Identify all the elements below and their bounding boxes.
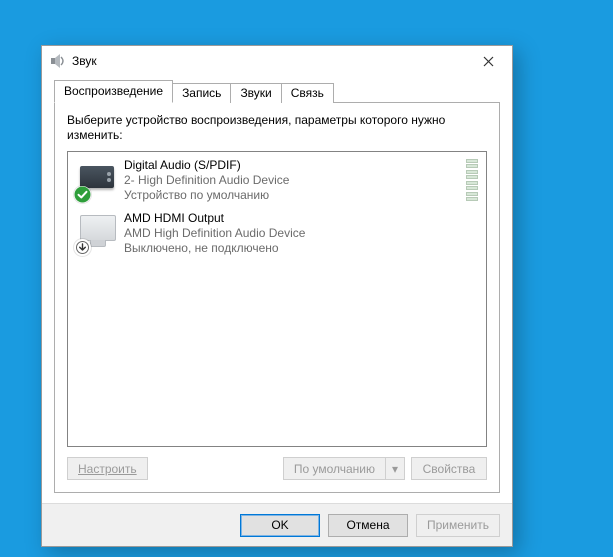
button-label: Отмена	[346, 518, 389, 532]
cancel-button[interactable]: Отмена	[328, 514, 408, 537]
button-label: По умолчанию	[294, 462, 375, 476]
window-title: Звук	[72, 54, 97, 68]
monitor-device-icon	[76, 211, 120, 255]
spdif-device-icon	[76, 158, 120, 202]
close-icon	[483, 56, 494, 67]
device-text: AMD HDMI Output AMD High Definition Audi…	[124, 211, 478, 256]
ok-button[interactable]: OK	[240, 514, 320, 537]
device-subtitle: 2- High Definition Audio Device	[124, 173, 460, 188]
chevron-down-icon: ▾	[392, 462, 398, 476]
device-status: Устройство по умолчанию	[124, 188, 460, 203]
device-list[interactable]: Digital Audio (S/PDIF) 2- High Definitio…	[67, 151, 487, 447]
tab-playback[interactable]: Воспроизведение	[54, 80, 173, 103]
instruction-text: Выберите устройство воспроизведения, пар…	[67, 113, 487, 143]
device-row[interactable]: AMD HDMI Output AMD High Definition Audi…	[70, 207, 484, 260]
title-bar: Звук	[42, 46, 512, 76]
close-button[interactable]	[468, 47, 508, 75]
tab-sounds[interactable]: Звуки	[230, 83, 281, 103]
set-default-dropdown[interactable]: ▾	[386, 457, 405, 480]
tab-buttons: Настроить По умолчанию ▾ Свойства	[67, 457, 487, 480]
sound-icon	[50, 53, 66, 69]
device-name: Digital Audio (S/PDIF)	[124, 158, 460, 173]
tab-label: Связь	[291, 86, 324, 100]
tab-label: Воспроизведение	[64, 84, 163, 98]
tab-page-playback: Выберите устройство воспроизведения, пар…	[54, 102, 500, 493]
tab-comm[interactable]: Связь	[281, 83, 334, 103]
device-name: AMD HDMI Output	[124, 211, 478, 226]
button-label: Свойства	[423, 462, 476, 476]
apply-button[interactable]: Применить	[416, 514, 500, 537]
client-area: Воспроизведение Запись Звуки Связь Выбер…	[42, 76, 512, 503]
tab-label: Запись	[182, 86, 221, 100]
button-label: Настроить	[78, 462, 137, 476]
button-label: OK	[271, 518, 288, 532]
set-default-button[interactable]: По умолчанию	[283, 457, 386, 480]
default-check-icon	[74, 186, 91, 203]
disabled-down-icon	[74, 239, 91, 256]
level-meter	[466, 158, 478, 202]
tab-label: Звуки	[240, 86, 271, 100]
dialog-buttons: OK Отмена Применить	[42, 503, 512, 546]
sound-dialog: Звук Воспроизведение Запись Звуки Связь …	[41, 45, 513, 547]
tab-strip: Воспроизведение Запись Звуки Связь	[54, 80, 500, 102]
button-label: Применить	[427, 518, 489, 532]
device-subtitle: AMD High Definition Audio Device	[124, 226, 478, 241]
tab-recording[interactable]: Запись	[172, 83, 231, 103]
device-row[interactable]: Digital Audio (S/PDIF) 2- High Definitio…	[70, 154, 484, 207]
set-default-split-button[interactable]: По умолчанию ▾	[283, 457, 405, 480]
properties-button[interactable]: Свойства	[411, 457, 487, 480]
configure-button[interactable]: Настроить	[67, 457, 148, 480]
device-status: Выключено, не подключено	[124, 241, 478, 256]
device-text: Digital Audio (S/PDIF) 2- High Definitio…	[124, 158, 460, 203]
